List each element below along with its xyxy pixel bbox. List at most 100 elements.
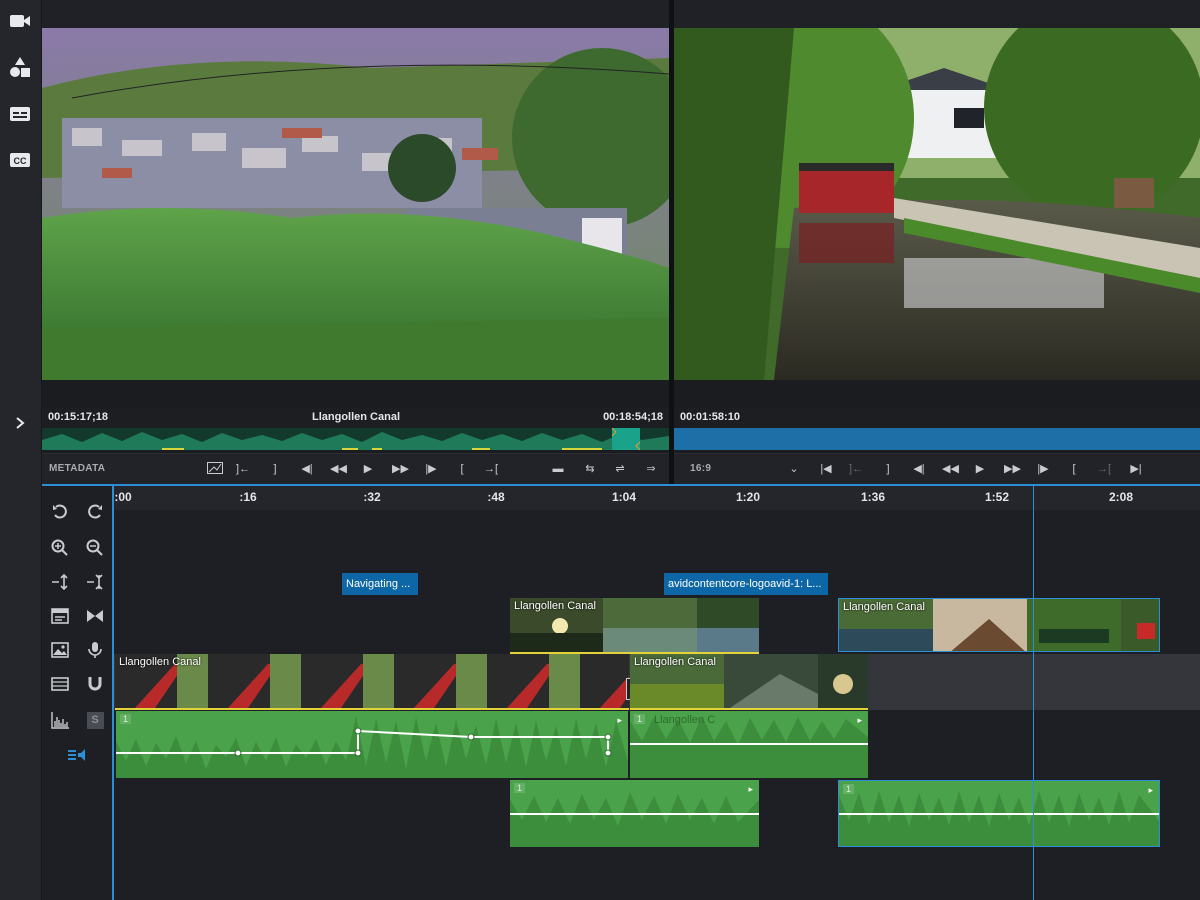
video-icon[interactable] xyxy=(6,8,34,34)
ruler-tick: :00 xyxy=(114,490,132,504)
expand-icon[interactable] xyxy=(49,571,71,593)
audio-clip-a2-b[interactable]: 1 ▸ xyxy=(838,780,1160,847)
video-clip-v1-b[interactable]: Llangollen Canal xyxy=(630,654,868,710)
go-to-end-icon[interactable]: ▶| xyxy=(1128,461,1144,477)
play-icon[interactable]: ▶ xyxy=(360,461,376,477)
chevron-down-icon[interactable]: ⌄ xyxy=(786,461,802,477)
record-viewer-header xyxy=(674,0,1200,28)
source-timecode-in: 00:15:17;18 xyxy=(48,411,108,423)
svg-text:CC: CC xyxy=(14,156,27,166)
ruler-tick: 1:52 xyxy=(984,490,1010,504)
ruler-tick: :48 xyxy=(487,490,505,504)
clip-title: Llangollen Canal xyxy=(634,656,716,668)
record-timecode: 00:01:58:10 xyxy=(680,411,740,423)
go-to-start-icon[interactable]: |◀ xyxy=(818,461,834,477)
speaker-icon: ▸ xyxy=(617,715,622,725)
mark-in-icon-disabled[interactable]: ]← xyxy=(848,461,864,477)
source-viewer: 00:15:17;18 Llangollen Canal 00:18:54;18… xyxy=(42,0,669,484)
title-icon[interactable] xyxy=(49,605,71,627)
rewind-icon[interactable]: ◀◀ xyxy=(942,461,959,477)
video-clip-v2-b[interactable]: Llangollen Canal xyxy=(838,598,1160,652)
ruler-tick: 1:20 xyxy=(735,490,761,504)
replace-icon[interactable]: ⇒ xyxy=(643,461,659,477)
playhead[interactable] xyxy=(1033,486,1034,900)
clip-title: Llangollen Canal xyxy=(843,601,925,613)
ruler-tick: 1:36 xyxy=(860,490,886,504)
ruler-tick: :16 xyxy=(239,490,257,504)
cc-icon[interactable]: CC xyxy=(6,147,34,173)
audio-clip-title: Llangollen C xyxy=(654,714,716,726)
zoom-out-icon[interactable] xyxy=(84,537,106,559)
speaker-icon: ▸ xyxy=(748,784,753,794)
record-position-bar[interactable] xyxy=(674,428,1200,450)
track-number: 1 xyxy=(634,714,646,724)
fast-forward-icon[interactable]: ▶▶ xyxy=(1004,461,1021,477)
lift-icon[interactable]: ▬ xyxy=(550,461,566,477)
audio-clip-a1-b[interactable]: 1 Llangollen C ▸ xyxy=(630,711,868,778)
speaker-icon: ▸ xyxy=(857,715,862,725)
go-to-in-icon[interactable]: →[ xyxy=(483,461,499,477)
metadata-button[interactable]: METADATA xyxy=(49,463,105,474)
overwrite-icon[interactable]: ⇌ xyxy=(612,461,628,477)
track-number: 1 xyxy=(514,783,526,793)
step-back-icon[interactable]: ◀| xyxy=(299,461,315,477)
redo-icon[interactable] xyxy=(84,501,106,523)
step-forward-icon[interactable]: |▶ xyxy=(423,461,439,477)
track-number: 1 xyxy=(843,784,855,794)
source-clip-name: Llangollen Canal xyxy=(312,411,401,423)
subtitle-icon[interactable] xyxy=(6,101,34,127)
waveform-icon[interactable] xyxy=(49,709,71,731)
play-icon[interactable]: ▶ xyxy=(972,461,988,477)
magnet-icon[interactable] xyxy=(84,673,106,695)
source-audio-scrubber[interactable] xyxy=(42,428,669,450)
clip-title: Llangollen Canal xyxy=(514,600,596,612)
source-timecode-out: 00:18:54;18 xyxy=(603,411,663,423)
source-viewer-header xyxy=(42,0,669,28)
shapes-icon[interactable] xyxy=(6,54,34,80)
record-timecode-bar: 00:01:58:10 xyxy=(674,408,1200,428)
video-clip-v1-a[interactable]: Llangollen Canal xyxy=(115,654,629,710)
collapse-icon[interactable] xyxy=(84,571,106,593)
fast-forward-icon[interactable]: ▶▶ xyxy=(392,461,409,477)
image-icon[interactable] xyxy=(49,639,71,661)
mark-clip-in-icon[interactable]: [ xyxy=(454,461,470,477)
mark-out-icon[interactable]: ] xyxy=(267,461,283,477)
marker-logo[interactable]: avidcontentcore-logoavid-1: L... xyxy=(664,573,828,595)
mark-clip-in-icon[interactable]: [ xyxy=(1066,461,1082,477)
record-video-frame[interactable] xyxy=(674,28,1200,380)
ruler-tick: 2:08 xyxy=(1108,490,1134,504)
aspect-ratio-label: 16:9 xyxy=(690,463,712,474)
marker-navigating[interactable]: Navigating ... xyxy=(342,573,418,595)
solo-icon[interactable]: S xyxy=(84,709,106,731)
clip-title: Llangollen Canal xyxy=(119,656,201,668)
graph-icon[interactable] xyxy=(207,461,223,477)
undo-icon[interactable] xyxy=(49,501,71,523)
audio-list-icon[interactable] xyxy=(66,744,88,766)
go-to-in-icon-disabled[interactable]: →[ xyxy=(1096,461,1112,477)
rewind-icon[interactable]: ◀◀ xyxy=(330,461,347,477)
bowtie-icon[interactable] xyxy=(84,605,106,627)
record-transport-bar: 16:9 ⌄ |◀ ]← ] ◀| ◀◀ ▶ ▶▶ |▶ [ →[ ▶| xyxy=(674,453,1200,484)
splice-icon[interactable]: ⇆ xyxy=(582,461,598,477)
film-icon[interactable] xyxy=(49,673,71,695)
mark-out-icon[interactable]: ] xyxy=(880,461,896,477)
mic-icon[interactable] xyxy=(84,639,106,661)
source-transport-bar: METADATA ]← ] ◀| ◀◀ ▶ ▶▶ |▶ [ →[ ▬ ⇆ ⇌ ⇒ xyxy=(42,453,669,484)
solo-label: S xyxy=(86,711,104,729)
step-forward-icon[interactable]: |▶ xyxy=(1035,461,1051,477)
audio-clip-a1-a[interactable]: 1 ▸ xyxy=(116,711,628,778)
step-back-icon[interactable]: ◀| xyxy=(911,461,927,477)
chevron-right-icon[interactable] xyxy=(6,410,34,436)
speaker-icon: ▸ xyxy=(1148,785,1153,795)
track-number: 1 xyxy=(120,714,132,724)
ruler-tick: :32 xyxy=(363,490,381,504)
ruler-tick: 1:04 xyxy=(611,490,637,504)
timeline-ruler[interactable]: :00 :16 :32 :48 1:04 1:20 1:36 1:52 2:08 xyxy=(114,486,1200,510)
video-clip-v2-a[interactable]: Llangollen Canal xyxy=(510,598,759,654)
record-viewer: 00:01:58:10 16:9 ⌄ |◀ ]← ] ◀| ◀◀ ▶ ▶▶ |▶… xyxy=(674,0,1200,484)
source-video-frame[interactable] xyxy=(42,28,669,380)
zoom-in-icon[interactable] xyxy=(49,537,71,559)
audio-clip-a2-a[interactable]: 1 ▸ xyxy=(510,780,759,847)
source-timecode-bar: 00:15:17;18 Llangollen Canal 00:18:54;18 xyxy=(42,408,669,428)
mark-in-icon[interactable]: ]← xyxy=(235,461,251,477)
